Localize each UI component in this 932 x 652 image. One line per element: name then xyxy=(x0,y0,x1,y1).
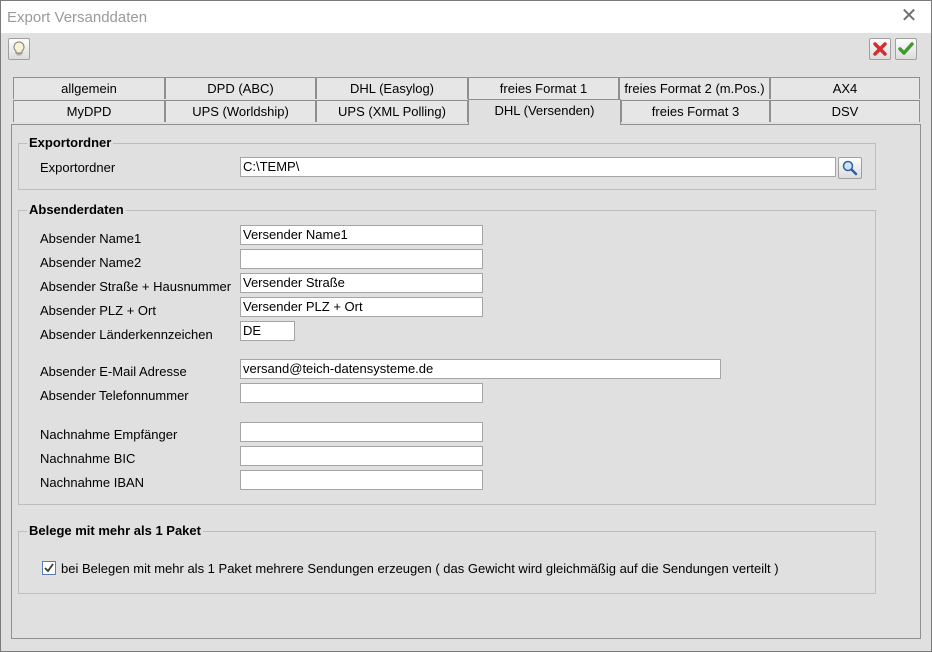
absender-name1-input[interactable]: Versender Name1 xyxy=(240,225,483,245)
magnifier-icon xyxy=(842,160,858,176)
absender-telefon-input[interactable] xyxy=(240,383,483,403)
exportordner-group: Exportordner Exportordner C:\TEMP\ xyxy=(18,135,876,190)
exportordner-group-title: Exportordner xyxy=(27,135,114,150)
absenderdaten-group-title: Absenderdaten xyxy=(27,202,126,217)
absender-email-input[interactable]: versand@teich-datensysteme.de xyxy=(240,359,721,379)
absender-plz-ort-input[interactable]: Versender PLZ + Ort xyxy=(240,297,483,317)
tab-freies-format-3[interactable]: freies Format 3 xyxy=(621,100,770,122)
belege-group-title: Belege mit mehr als 1 Paket xyxy=(27,523,203,538)
tab-freies-format-2[interactable]: freies Format 2 (m.Pos.) xyxy=(619,77,770,99)
hint-button[interactable] xyxy=(8,38,30,60)
absender-email-label: Absender E-Mail Adresse xyxy=(40,364,187,379)
tab-dsv[interactable]: DSV xyxy=(770,100,920,122)
absender-strasse-input[interactable]: Versender Straße xyxy=(240,273,483,293)
export-dialog-window: Export Versanddaten ✕ allgemein DPD (ABC… xyxy=(0,0,932,652)
absender-strasse-label: Absender Straße + Hausnummer xyxy=(40,279,232,294)
absender-name2-label: Absender Name2 xyxy=(40,255,142,270)
tab-mydpd[interactable]: MyDPD xyxy=(13,100,165,122)
nachnahme-iban-label: Nachnahme IBAN xyxy=(40,475,145,490)
window-title: Export Versanddaten xyxy=(7,9,148,26)
nachnahme-iban-input[interactable] xyxy=(240,470,483,490)
absender-name2-input[interactable] xyxy=(240,249,483,269)
checkmark-icon xyxy=(44,563,54,573)
tab-freies-format-1[interactable]: freies Format 1 xyxy=(468,77,619,99)
absenderdaten-group: Absenderdaten Absender Name1 Versender N… xyxy=(18,202,876,505)
mehrere-sendungen-label[interactable]: bei Belegen mit mehr als 1 Paket mehrere… xyxy=(61,561,779,576)
browse-folder-button[interactable] xyxy=(838,157,862,179)
cancel-button[interactable] xyxy=(869,38,891,60)
tab-dhl-easylog[interactable]: DHL (Easylog) xyxy=(316,77,468,99)
tab-allgemein[interactable]: allgemein xyxy=(13,77,165,99)
nachnahme-bic-input[interactable] xyxy=(240,446,483,466)
nachnahme-empfaenger-input[interactable] xyxy=(240,422,483,442)
belege-group: Belege mit mehr als 1 Paket bei Belegen … xyxy=(18,523,876,594)
ok-button[interactable] xyxy=(895,38,917,60)
absender-name1-label: Absender Name1 xyxy=(40,231,142,246)
absender-plz-ort-label: Absender PLZ + Ort xyxy=(40,303,156,318)
exportordner-input[interactable]: C:\TEMP\ xyxy=(240,157,836,177)
absender-telefon-label: Absender Telefonnummer xyxy=(40,388,189,403)
absender-laenderkennzeichen-label: Absender Länderkennzeichen xyxy=(40,327,213,342)
toolbar xyxy=(1,34,931,66)
title-bar: Export Versanddaten ✕ xyxy=(1,1,931,33)
absender-laenderkennzeichen-input[interactable]: DE xyxy=(240,321,295,341)
green-check-icon xyxy=(898,42,914,55)
exportordner-label: Exportordner xyxy=(40,160,116,175)
tab-ax4[interactable]: AX4 xyxy=(770,77,920,99)
red-x-icon xyxy=(873,42,887,56)
nachnahme-empfaenger-label: Nachnahme Empfänger xyxy=(40,427,178,442)
tab-dhl-versenden[interactable]: DHL (Versenden) xyxy=(468,99,621,125)
tab-dpd-abc[interactable]: DPD (ABC) xyxy=(165,77,316,99)
tab-ups-worldship[interactable]: UPS (Worldship) xyxy=(165,100,316,122)
lightbulb-icon xyxy=(13,41,25,56)
tab-ups-xml-polling[interactable]: UPS (XML Polling) xyxy=(316,100,468,122)
close-button[interactable]: ✕ xyxy=(899,6,919,27)
tab-panel-dhl-versenden: Exportordner Exportordner C:\TEMP\ Absen… xyxy=(11,124,921,639)
nachnahme-bic-label: Nachnahme BIC xyxy=(40,451,136,466)
mehrere-sendungen-checkbox[interactable] xyxy=(42,561,56,575)
